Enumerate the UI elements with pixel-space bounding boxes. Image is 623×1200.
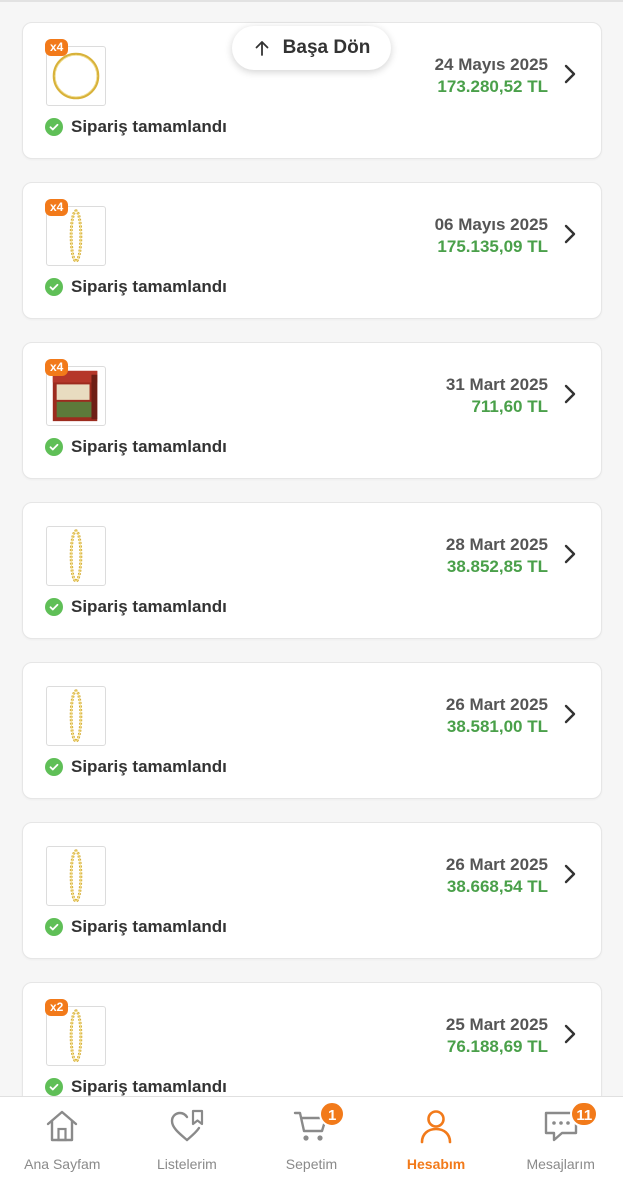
chevron-right-icon (563, 543, 577, 565)
order-meta: 25 Mart 2025 76.188,69 TL (446, 1014, 548, 1058)
heart-list-icon (168, 1107, 206, 1150)
check-circle-icon (45, 758, 63, 776)
count-badge: 11 (570, 1101, 599, 1127)
order-status: Sipariş tamamlandı (45, 437, 227, 457)
order-date: 06 Mayıs 2025 (434, 215, 548, 234)
tab-label: Mesajlarım (526, 1156, 595, 1172)
order-meta: 28 Mart 2025 38.852,85 TL (446, 534, 548, 578)
order-date: 24 Mayıs 2025 (434, 55, 548, 74)
order-status-text: Sipariş tamamlandı (71, 597, 227, 616)
tab-user[interactable]: Hesabım (374, 1097, 499, 1200)
order-status-text: Sipariş tamamlandı (71, 757, 227, 776)
order-status-text: Sipariş tamamlandı (71, 437, 227, 456)
order-meta: 26 Mart 2025 38.668,54 TL (446, 854, 548, 898)
order-card[interactable]: x4 06 Mayıs 2025 175.135,09 TL Sipariş tama… (22, 182, 602, 319)
back-to-top-label: Başa Dön (282, 37, 371, 58)
chevron-right-icon (563, 63, 577, 85)
order-status-text: Sipariş tamamlandı (71, 1077, 227, 1096)
order-price: 38.668,54 TL (446, 877, 548, 896)
order-status-text: Sipariş tamamlandı (71, 277, 227, 296)
order-price: 38.581,00 TL (446, 717, 548, 736)
chevron-right-icon (563, 383, 577, 405)
check-circle-icon (45, 918, 63, 936)
order-status: Sipariş tamamlandı (45, 917, 227, 937)
check-circle-icon (45, 118, 63, 136)
product-thumbnail: x2 (45, 999, 106, 1066)
quantity-badge: x2 (45, 999, 69, 1016)
order-price: 175.135,09 TL (437, 237, 548, 256)
order-status: Sipariş tamamlandı (45, 277, 227, 297)
arrow-up-icon (255, 41, 269, 56)
order-status-text: Sipariş tamamlandı (71, 917, 227, 936)
order-card[interactable]: 26 Mart 2025 38.668,54 TL Sipariş tamamlan… (22, 822, 602, 959)
tab-label: Listelerim (156, 1156, 217, 1172)
order-meta: 31 Mart 2025 711,60 TL (446, 374, 548, 418)
order-price: 711,60 TL (471, 397, 548, 416)
orders-page: x4 24 Mayıs 2025 173.280,52 TL Sipariş tama… (0, 0, 623, 1200)
order-status: Sipariş tamamlandı (45, 117, 227, 137)
product-thumbnail (46, 846, 106, 906)
product-thumbnail: x4 (45, 39, 106, 106)
tab-label: Ana Sayfam (24, 1156, 101, 1172)
tab-home[interactable]: Ana Sayfam (0, 1097, 125, 1200)
order-status: Sipariş tamamlandı (45, 597, 227, 617)
product-thumbnail: x4 (45, 199, 106, 266)
check-circle-icon (45, 1078, 63, 1096)
tab-label: Hesabım (406, 1156, 466, 1172)
chevron-right-icon (563, 1023, 577, 1045)
order-status: Sipariş tamamlandı (45, 757, 227, 777)
order-date: 25 Mart 2025 (445, 1015, 548, 1034)
tab-heart-list[interactable]: Listelerim (125, 1097, 250, 1200)
check-circle-icon (45, 278, 63, 296)
user-icon (417, 1107, 455, 1150)
check-circle-icon (45, 598, 63, 616)
chevron-right-icon (563, 703, 577, 725)
tab-label: Sepetim (285, 1156, 338, 1172)
product-thumbnail (46, 526, 106, 586)
order-list: x4 24 Mayıs 2025 173.280,52 TL Sipariş tama… (22, 22, 602, 1142)
order-card[interactable]: 26 Mart 2025 38.581,00 TL Sipariş tamamlan… (22, 662, 602, 799)
count-badge: 1 (319, 1101, 346, 1127)
check-circle-icon (45, 438, 63, 456)
product-thumbnail: x4 (45, 359, 106, 426)
quantity-badge: x4 (45, 39, 69, 56)
order-status-text: Sipariş tamamlandı (71, 117, 227, 136)
product-thumbnail (46, 686, 106, 746)
order-date: 26 Mart 2025 (445, 855, 548, 874)
bottom-tab-bar: Ana Sayfam Listelerim Sepetim 1 Hesabım Mesaj… (0, 1096, 623, 1200)
quantity-badge: x4 (45, 359, 69, 376)
order-price: 173.280,52 TL (437, 77, 548, 96)
order-card[interactable]: 28 Mart 2025 38.852,85 TL Sipariş tamamlan… (22, 502, 602, 639)
order-meta: 24 Mayıs 2025 173.280,52 TL (435, 54, 548, 98)
chevron-right-icon (563, 223, 577, 245)
order-date: 28 Mart 2025 (445, 535, 548, 554)
top-divider (0, 0, 623, 2)
back-to-top-button[interactable]: Başa Dön (232, 26, 391, 70)
order-meta: 06 Mayıs 2025 175.135,09 TL (435, 214, 548, 258)
order-date: 31 Mart 2025 (445, 375, 548, 394)
order-date: 26 Mart 2025 (445, 695, 548, 714)
home-icon (43, 1107, 81, 1150)
quantity-badge: x4 (45, 199, 69, 216)
order-meta: 26 Mart 2025 38.581,00 TL (446, 694, 548, 738)
order-card[interactable]: x4 31 Mart 2025 711,60 TL Sipariş tamamland… (22, 342, 602, 479)
order-price: 38.852,85 TL (446, 557, 548, 576)
order-status: Sipariş tamamlandı (45, 1077, 227, 1097)
tab-message[interactable]: Mesajlarım 11 (498, 1097, 623, 1200)
chevron-right-icon (563, 863, 577, 885)
tab-cart[interactable]: Sepetim 1 (249, 1097, 374, 1200)
order-price: 76.188,69 TL (446, 1037, 548, 1056)
